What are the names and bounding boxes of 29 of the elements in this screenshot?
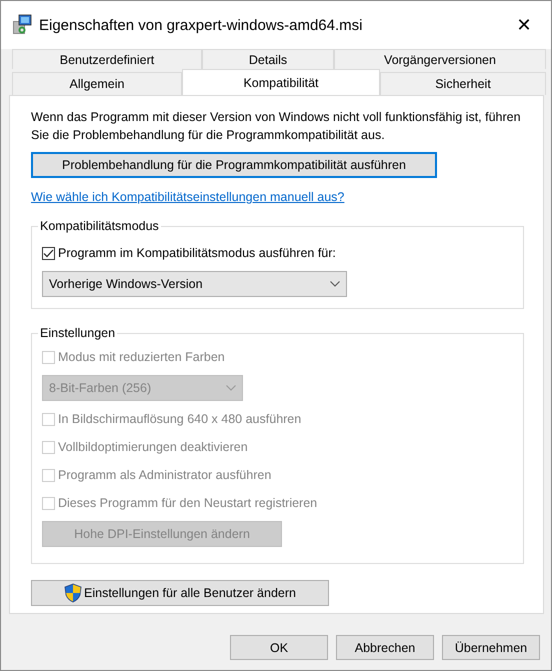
checkbox-label: Vollbildoptimierungen deaktivieren (58, 440, 248, 454)
window-title: Eigenschaften von graxpert-windows-amd64.msi (39, 16, 364, 34)
group-title: Einstellungen (38, 326, 118, 340)
dialog-button[interactable]: OK (230, 635, 328, 660)
dialog-button[interactable]: Abbrechen (336, 635, 434, 660)
intro-text: Wenn das Programm mit dieser Version von Windows nicht voll funktionsfähig ist, führen Sie die Problembehandlung für die Programmkompatibilität aus. (31, 109, 521, 144)
checkbox[interactable] (42, 246, 55, 260)
tab[interactable]: Sicherheit (380, 72, 546, 95)
help-link[interactable]: Wie wähle ich Kompatibilitätseinstellungen manuell aus? (31, 190, 344, 204)
dialog-button[interactable]: Übernehmen (442, 635, 540, 660)
chevron-icon (330, 281, 340, 287)
close-button[interactable]: ✕ (501, 8, 547, 42)
installer-icon (11, 14, 33, 36)
checkbox-label: Programm im Kompatibilitätsmodus ausführen für: (58, 246, 336, 260)
troubleshoot-button[interactable]: Problembehandlung für die Programmkompatibilität ausführen (31, 152, 437, 178)
checkbox-label: In Bildschirmauflösung 640 x 480 ausführen (58, 412, 302, 426)
checkbox-label: Programm als Administrator ausführen (58, 468, 272, 482)
dropdown[interactable]: Vorherige Windows-Version (42, 271, 347, 297)
shield-icon (64, 583, 82, 603)
group-title: Kompatibilitätsmodus (38, 219, 161, 233)
checkbox-label: Dieses Programm für den Neustart registrieren (58, 496, 318, 510)
tab[interactable]: Allgemein (12, 72, 182, 95)
all-users-button[interactable]: Einstellungen für alle Benutzer ändern (31, 580, 329, 606)
chevron-icon (226, 385, 236, 391)
tab[interactable]: Benutzerdefiniert (12, 49, 202, 69)
tab[interactable]: Vorgängerversionen (334, 49, 546, 69)
checkbox-label: Modus mit reduzierten Farben (58, 350, 225, 364)
tab[interactable]: Details (202, 49, 334, 69)
tab[interactable]: Kompatibilität (182, 69, 380, 95)
